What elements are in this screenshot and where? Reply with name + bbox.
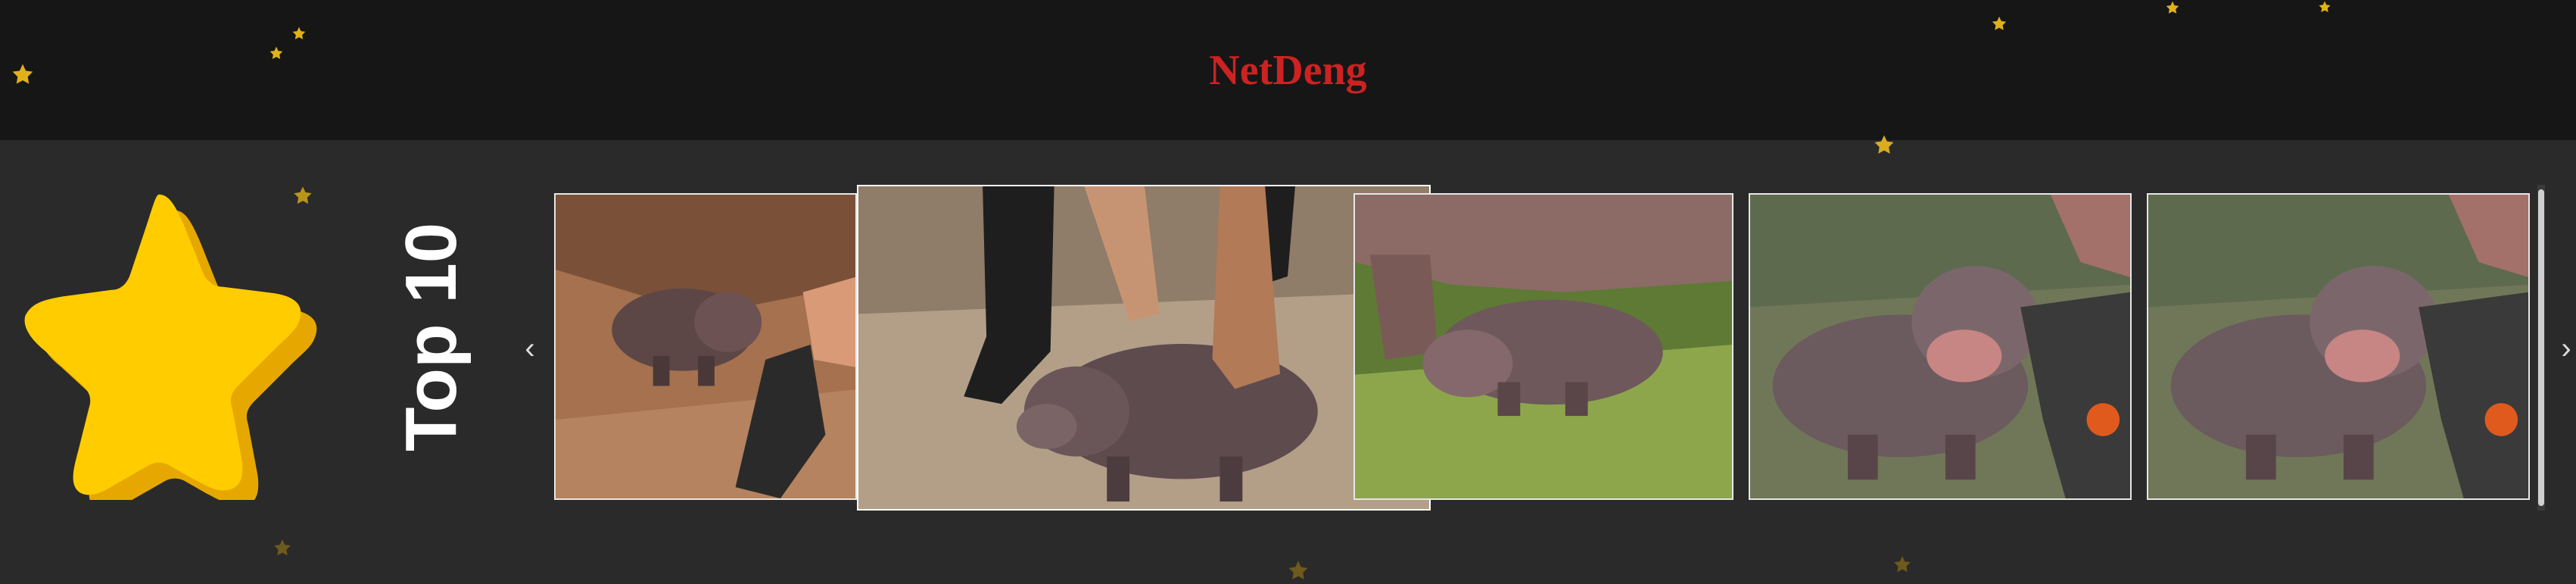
decorative-star-icon bbox=[1874, 135, 1894, 154]
chevron-right-icon[interactable]: › bbox=[2551, 326, 2576, 371]
star-icon bbox=[24, 194, 317, 500]
hippo-thumbnail-image bbox=[2148, 195, 2528, 498]
carousel-scrollbar[interactable] bbox=[2537, 185, 2545, 511]
hippo-thumbnail-image bbox=[1750, 195, 2130, 498]
hippo-thumbnail-image bbox=[858, 186, 1429, 509]
section-title: Top 10 bbox=[391, 222, 472, 452]
carousel-item-3[interactable] bbox=[1353, 193, 1733, 500]
decorative-star-icon bbox=[1992, 16, 2007, 30]
decorative-star-icon bbox=[292, 27, 306, 39]
site-title[interactable]: NetDeng bbox=[0, 0, 2576, 140]
scrollbar-thumb[interactable] bbox=[2538, 189, 2544, 506]
hippo-thumbnail-image bbox=[556, 195, 855, 498]
decorative-star-icon bbox=[274, 539, 291, 556]
chevron-left-icon[interactable]: ‹ bbox=[515, 326, 545, 371]
decorative-star-icon bbox=[2166, 1, 2179, 14]
decorative-star-icon bbox=[12, 64, 33, 84]
carousel-item-2-highlighted[interactable] bbox=[857, 185, 1431, 511]
hippo-thumbnail-image bbox=[1355, 195, 1732, 498]
decorative-star-icon bbox=[2319, 1, 2331, 13]
header-bar: NetDeng bbox=[0, 0, 2576, 140]
decorative-star-icon bbox=[1894, 556, 1911, 573]
carousel-item-4[interactable] bbox=[1749, 193, 2132, 500]
carousel-item-1[interactable] bbox=[554, 193, 857, 500]
decorative-star-icon bbox=[1288, 561, 1308, 579]
decorative-star-icon bbox=[269, 46, 283, 59]
carousel-item-5[interactable] bbox=[2147, 193, 2530, 500]
